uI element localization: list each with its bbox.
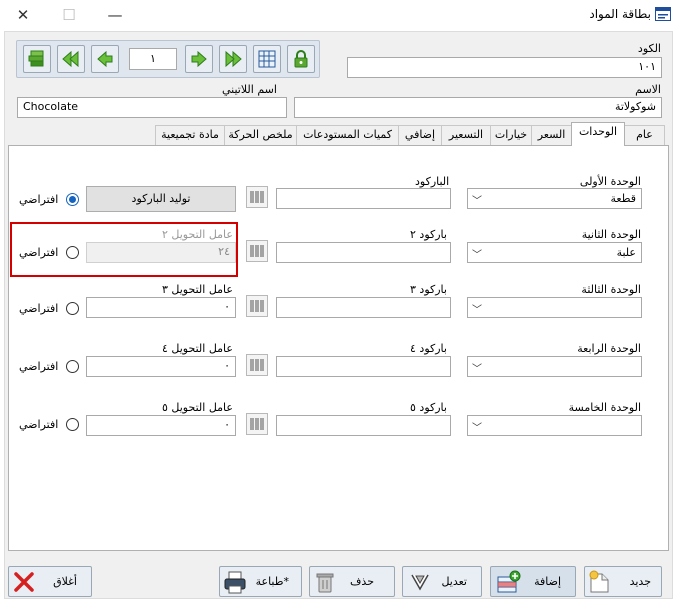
lock-icon <box>294 50 308 68</box>
barcode-3-label: باركود ٣ <box>410 283 447 296</box>
barcode-1-icon[interactable] <box>246 186 268 208</box>
trash-icon <box>316 573 334 593</box>
next-record-button[interactable] <box>185 45 213 73</box>
print-button[interactable]: طباعة* <box>219 566 302 597</box>
tab-options[interactable]: خيارات <box>490 125 532 145</box>
latin-name-input[interactable]: Chocolate <box>17 97 287 118</box>
tab-general[interactable]: عام <box>624 125 665 145</box>
name-input[interactable]: شوكولاتة <box>294 97 662 118</box>
unit-1-label: الوحدة الأولى <box>579 175 641 188</box>
first-record-button[interactable] <box>57 45 85 73</box>
unit-3-select[interactable]: ﹀ <box>467 297 642 318</box>
factor-2-input[interactable]: ٢٤ <box>86 242 236 263</box>
barcode-2-label: باركود ٢ <box>410 228 447 241</box>
double-arrow-right-icon <box>225 50 242 68</box>
tab-extra[interactable]: إضافي <box>398 125 442 145</box>
chevron-down-icon: ﹀ <box>472 196 482 207</box>
factor-4-label: عامل التحويل ٤ <box>162 342 233 355</box>
unit-2-label: الوحدة الثانية <box>581 228 641 241</box>
edit-icon <box>411 574 429 591</box>
name-label: الاسم <box>635 83 661 96</box>
new-document-icon <box>589 570 609 593</box>
tab-assembly-item[interactable]: مادة تجميعية <box>155 125 225 145</box>
add-button[interactable]: إضافة <box>490 566 576 597</box>
last-record-button[interactable] <box>219 45 247 73</box>
layers-icon <box>28 50 44 67</box>
tab-price[interactable]: السعر <box>531 125 572 145</box>
chevron-down-icon: ﹀ <box>472 423 482 434</box>
close-window-icon[interactable]: ✕ <box>14 6 32 24</box>
grid-icon <box>258 50 276 68</box>
barcode-3-icon[interactable] <box>246 295 268 317</box>
unit-5-select[interactable]: ﹀ <box>467 415 642 436</box>
maximize-window-icon[interactable]: ☐ <box>60 6 78 24</box>
factor-2-label: عامل التحويل ٢ <box>162 228 233 241</box>
printer-icon <box>224 571 246 594</box>
default-radio-1[interactable] <box>66 193 79 206</box>
minimize-window-icon[interactable]: — <box>106 6 124 24</box>
barcode-2-input[interactable] <box>276 242 451 263</box>
barcode-5-label: باركود ٥ <box>410 401 447 414</box>
barcode-5-icon[interactable] <box>246 413 268 435</box>
double-arrow-left-icon <box>62 50 79 68</box>
barcode-4-label: باركود ٤ <box>410 342 447 355</box>
edit-button[interactable]: تعديل <box>402 566 482 597</box>
factor-3-label: عامل التحويل ٣ <box>162 283 233 296</box>
unit-4-select[interactable]: ﹀ <box>467 356 642 377</box>
arrow-left-icon <box>97 50 113 68</box>
chevron-down-icon: ﹀ <box>472 305 482 316</box>
layers-button[interactable] <box>23 45 51 73</box>
code-input[interactable]: ١٠١ <box>347 57 662 78</box>
close-x-icon <box>14 572 34 592</box>
default-label-4: افتراضي <box>19 360 59 373</box>
tab-pricing[interactable]: التسعير <box>441 125 491 145</box>
factor-3-input[interactable]: ٠ <box>86 297 236 318</box>
barcode-4-input[interactable] <box>276 356 451 377</box>
default-radio-4[interactable] <box>66 360 79 373</box>
title-bar: ✕ ☐ — بطاقة المواد <box>0 0 677 30</box>
tab-warehouse-quantities[interactable]: كميات المستودعات <box>296 125 399 145</box>
previous-record-button[interactable] <box>91 45 119 73</box>
barcode-1-input[interactable] <box>276 188 451 209</box>
add-record-icon <box>497 570 521 593</box>
unit-2-select[interactable]: ﹀ علبة <box>467 242 642 263</box>
lock-button[interactable] <box>287 45 315 73</box>
delete-button[interactable]: حذف <box>309 566 395 597</box>
tab-units[interactable]: الوحدات <box>571 122 625 146</box>
generate-barcode-button[interactable]: توليد الباركود <box>86 186 236 212</box>
chevron-down-icon: ﹀ <box>472 250 482 261</box>
arrow-right-icon <box>191 50 207 68</box>
grid-view-button[interactable] <box>253 45 281 73</box>
navigation-toolbar: ١ <box>16 40 320 78</box>
tab-movement-summary[interactable]: ملخص الحركة <box>224 125 297 145</box>
close-button[interactable]: أغلاق <box>8 566 92 597</box>
default-label-1: افتراضي <box>19 193 59 206</box>
default-radio-2[interactable] <box>66 246 79 259</box>
barcode-5-input[interactable] <box>276 415 451 436</box>
unit-4-label: الوحدة الرابعة <box>577 342 641 355</box>
factor-4-input[interactable]: ٠ <box>86 356 236 377</box>
default-label-2: افتراضي <box>19 246 59 259</box>
default-radio-5[interactable] <box>66 418 79 431</box>
unit-1-select[interactable]: ﹀ قطعة <box>467 188 642 209</box>
default-radio-3[interactable] <box>66 302 79 315</box>
unit-3-label: الوحدة الثالثة <box>581 283 641 296</box>
default-label-3: افتراضي <box>19 302 59 315</box>
code-label: الكود <box>637 42 661 55</box>
default-label-5: افتراضي <box>19 418 59 431</box>
factor-5-label: عامل التحويل ٥ <box>162 401 233 414</box>
new-button[interactable]: جديد <box>584 566 662 597</box>
barcode-1-label: الباركود <box>415 175 450 188</box>
latin-name-label: اسم اللاتيني <box>222 83 277 96</box>
window-title: بطاقة المواد <box>589 7 651 21</box>
barcode-2-icon[interactable] <box>246 240 268 262</box>
page-number-input[interactable]: ١ <box>129 48 177 70</box>
factor-5-input[interactable]: ٠ <box>86 415 236 436</box>
unit-5-label: الوحدة الخامسة <box>568 401 641 414</box>
chevron-down-icon: ﹀ <box>472 364 482 375</box>
app-card-icon <box>655 7 671 21</box>
barcode-3-input[interactable] <box>276 297 451 318</box>
barcode-4-icon[interactable] <box>246 354 268 376</box>
